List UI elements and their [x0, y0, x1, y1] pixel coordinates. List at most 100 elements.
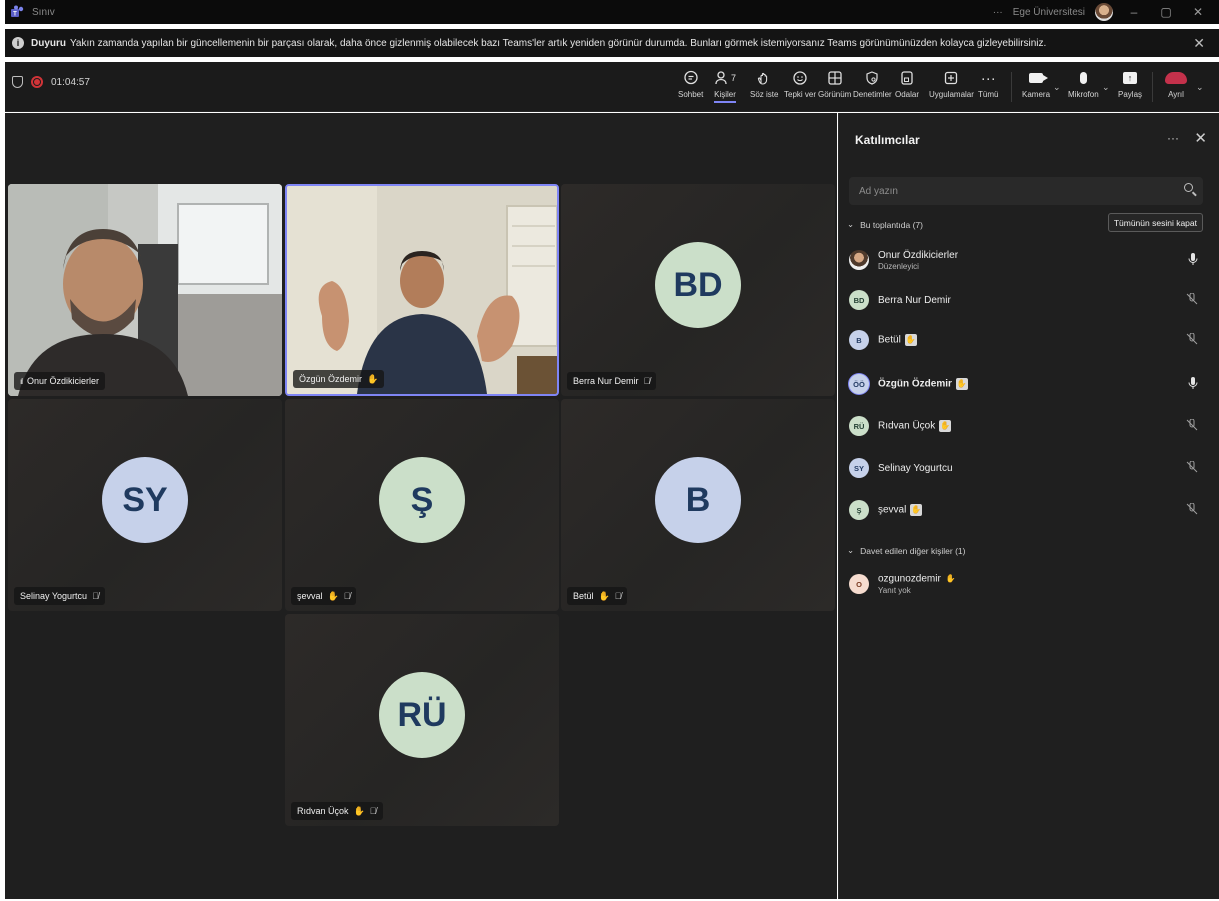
avatar: SY: [102, 457, 188, 543]
chat-button[interactable]: Sohbet: [678, 66, 703, 110]
search-icon[interactable]: [1184, 183, 1193, 192]
raised-hand-icon: ✋: [910, 504, 923, 516]
raise-hand-button[interactable]: Söz iste: [750, 66, 778, 110]
view-button[interactable]: Görünüm: [818, 66, 851, 110]
participant-search: [849, 177, 1203, 205]
avatar: [849, 250, 869, 270]
camera-options-chevron-icon[interactable]: ⌄: [1053, 82, 1061, 93]
camera-button[interactable]: Kamera: [1022, 66, 1050, 110]
microphone-options-chevron-icon[interactable]: ⌄: [1102, 82, 1110, 93]
participant-name: Betül: [573, 591, 594, 601]
mic-off-icon: 🎙̸: [92, 591, 99, 601]
invited-section-header[interactable]: ⌄ Davet edilen diğer kişiler (1): [847, 545, 965, 556]
participant-search-input[interactable]: [859, 185, 1159, 197]
invited-label: Davet edilen diğer kişiler (1): [860, 545, 966, 556]
react-label: Tepki ver: [784, 90, 817, 99]
avatar: B: [849, 330, 869, 350]
title-bar: T Sınıv ··· Ege Üniversitesi – ▢ ✕: [0, 0, 1219, 24]
mute-all-button[interactable]: Tümünün sesini kapat: [1107, 213, 1203, 232]
close-window-button[interactable]: ✕: [1187, 5, 1209, 19]
participant-row[interactable]: ÖÖ Özgün Özdemir ✋: [849, 369, 1204, 399]
leave-button[interactable]: Ayrıl: [1165, 66, 1187, 110]
view-label: Görünüm: [818, 90, 852, 99]
avatar: Ş: [379, 457, 465, 543]
restore-button[interactable]: ▢: [1155, 5, 1177, 19]
camera-label: Kamera: [1022, 90, 1051, 99]
participant-row[interactable]: BD Berra Nur Demir: [849, 285, 1204, 315]
rooms-button[interactable]: Odalar: [895, 66, 919, 110]
participant-name: Selinay Yogurtcu: [878, 462, 953, 474]
more-options-icon[interactable]: ···: [993, 7, 1003, 18]
microphone-button[interactable]: Mikrofon: [1068, 66, 1099, 110]
svg-text:T: T: [13, 12, 17, 18]
avatar: Ş: [849, 500, 869, 520]
participant-role: Düzenleyici: [878, 261, 919, 271]
participant-name-tag: Özgün Özdemir ✋: [293, 370, 385, 388]
meeting-timer: 01:04:57: [51, 76, 90, 88]
video-tile-onur[interactable]: ıl Onur Özdikicierler: [8, 184, 282, 396]
participant-info: Onur Özdikicierler Düzenleyici: [878, 250, 958, 271]
minimize-button[interactable]: –: [1123, 5, 1145, 19]
participant-name: Selinay Yogurtcu: [20, 591, 88, 601]
people-count-badge: 7: [731, 73, 737, 83]
in-meeting-label: Bu toplantıda (7): [860, 219, 923, 230]
panel-more-options-icon[interactable]: ···: [1167, 131, 1179, 145]
participant-name: Onur Özdikicierler: [27, 376, 100, 386]
announcement-bar: i Duyuru Yakın zamanda yapılan bir günce…: [0, 29, 1219, 57]
participant-status: Yanıt yok: [878, 586, 911, 595]
participant-row[interactable]: B Betül ✋: [849, 325, 1204, 355]
mic-off-icon: 🎙̸: [369, 806, 377, 816]
close-panel-button[interactable]: ✕: [1194, 129, 1207, 147]
leave-options-chevron-icon[interactable]: ⌄: [1196, 82, 1204, 93]
microphone-label: Mikrofon: [1068, 90, 1099, 99]
profile-avatar[interactable]: [1095, 3, 1113, 21]
hang-up-icon: [1165, 66, 1187, 90]
raised-hand-icon: ✋: [945, 574, 956, 583]
participant-name: Berra Nur Demir: [878, 294, 951, 306]
shield-icon[interactable]: [12, 76, 23, 88]
breakout-rooms-icon: [899, 66, 915, 90]
invited-participant-row[interactable]: O ozgunozdemir ✋ Yanıt yok: [849, 569, 1204, 599]
participant-name-tag: Betül ✋ 🎙̸: [567, 587, 628, 605]
mic-off-icon: 🎙̸: [643, 376, 651, 386]
org-name[interactable]: Ege Üniversitesi: [1013, 7, 1085, 18]
apps-button[interactable]: Uygulamalar: [929, 66, 974, 110]
video-tile-selinay[interactable]: SY Selinay Yogurtcu 🎙̸: [8, 399, 282, 611]
raised-hand-icon: ✋: [327, 590, 339, 601]
share-button[interactable]: ↑ Paylaş: [1118, 66, 1142, 110]
avatar: O: [849, 574, 869, 594]
controls-button[interactable]: Denetimler: [853, 66, 892, 110]
participant-row[interactable]: Ş şevval ✋: [849, 495, 1204, 525]
video-tile-ozgun[interactable]: Özgün Özdemir ✋: [285, 184, 559, 396]
participant-name-tag: Selinay Yogurtcu 🎙̸: [14, 587, 105, 605]
raised-hand-icon: ✋: [367, 373, 379, 384]
meeting-toolbar: 01:04:57 Sohbet 7 Kişiler Söz iste Tepki…: [0, 62, 1219, 112]
close-announcement-button[interactable]: ✕: [1193, 35, 1205, 52]
participant-row[interactable]: Onur Özdikicierler Düzenleyici: [849, 245, 1204, 275]
video-stage: ıl Onur Özdikicierler Özgün Özdemir ✋ BD: [5, 113, 837, 899]
people-icon: 7: [714, 66, 736, 90]
raised-hand-icon: ✋: [598, 590, 610, 601]
avatar: RÜ: [379, 672, 465, 758]
avatar: B: [655, 457, 741, 543]
video-tile-sevval[interactable]: Ş şevval ✋ 🎙̸: [285, 399, 559, 611]
info-icon: i: [12, 37, 24, 49]
participant-name-tag: Berra Nur Demir 🎙̸: [567, 372, 657, 390]
in-meeting-section-header[interactable]: ⌄ Bu toplantıda (7): [847, 219, 923, 230]
video-tile-berra[interactable]: BD Berra Nur Demir 🎙̸: [561, 184, 835, 396]
participant-row[interactable]: SY Selinay Yogurtcu: [849, 453, 1204, 483]
react-button[interactable]: Tepki ver: [784, 66, 816, 110]
rooms-label: Odalar: [895, 90, 920, 99]
participant-video: [287, 186, 557, 394]
video-tile-ridvan[interactable]: RÜ Rıdvan Üçok ✋ 🎙̸: [285, 614, 559, 826]
people-button[interactable]: 7 Kişiler: [714, 66, 736, 110]
raised-hand-icon: ✋: [955, 378, 968, 390]
avatar: SY: [849, 458, 869, 478]
participant-name: Özgün Özdemir ✋: [878, 378, 968, 390]
more-actions-button[interactable]: ··· Tümü: [978, 66, 998, 110]
participant-row[interactable]: RÜ Rıdvan Üçok ✋: [849, 411, 1204, 441]
video-tile-betul[interactable]: B Betül ✋ 🎙̸: [561, 399, 835, 611]
participant-name: Berra Nur Demir: [573, 376, 639, 386]
participant-name-tag: ıl Onur Özdikicierler: [14, 372, 106, 390]
participant-name-tag: Rıdvan Üçok ✋ 🎙̸: [291, 802, 383, 820]
